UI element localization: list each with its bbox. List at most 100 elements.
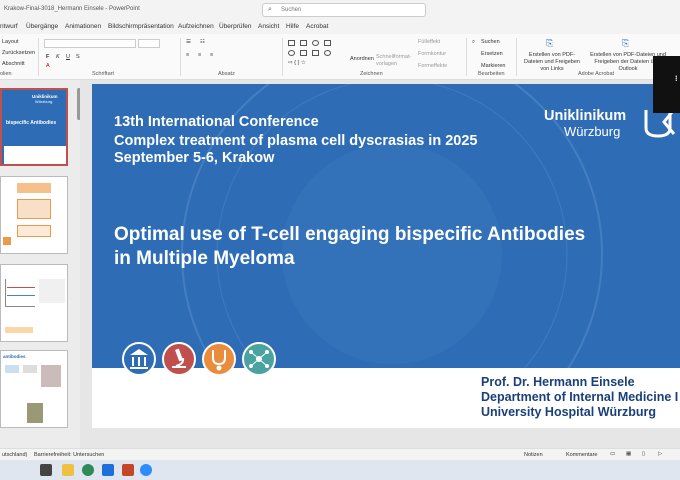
acrobat-group-label: Adobe Acrobat <box>578 71 615 77</box>
conference-subtitle: Complex treatment of plasma cell dyscras… <box>114 133 478 149</box>
file-explorer-icon[interactable] <box>62 464 74 476</box>
rectangle-shape-icon[interactable] <box>288 40 295 46</box>
layout-button[interactable]: Layout <box>2 39 19 45</box>
slides-group-label: olien <box>0 71 12 77</box>
section-button[interactable]: Abschnitt <box>2 61 25 67</box>
slide-thumbnail-2[interactable] <box>0 176 68 254</box>
strikethrough-button[interactable]: S <box>76 54 80 60</box>
search-placeholder: Suchen <box>281 7 302 13</box>
slide-thumbnail-4[interactable]: antibodies <box>0 350 68 428</box>
presenter-name: Prof. Dr. Hermann Einsele <box>481 375 635 389</box>
find-button[interactable]: Suchen <box>481 39 500 45</box>
shape-effects-button[interactable]: Formeffekte <box>418 63 447 69</box>
font-size-field[interactable] <box>138 39 160 48</box>
rectangle-shape-icon[interactable] <box>300 50 307 56</box>
video-overlay-front: ⁝ <box>653 56 680 113</box>
slide-thumbnail-3[interactable] <box>0 264 68 342</box>
overlay-glyph: ⁝ <box>675 74 678 83</box>
thumbnail-diagram-box <box>17 183 51 193</box>
tab-transitions[interactable]: Übergänge <box>26 23 58 30</box>
slideshow-view-icon[interactable]: ▷ <box>658 451 662 457</box>
align-center-button[interactable]: ≡ <box>198 52 201 58</box>
find-icon: ⌕ <box>472 39 476 45</box>
tab-review[interactable]: Überprüfen <box>219 23 252 30</box>
select-button[interactable]: Markieren <box>481 63 505 69</box>
tab-design[interactable]: ntwurf <box>0 23 18 30</box>
language-indicator[interactable]: utschland) <box>2 452 27 458</box>
oval-shape-icon[interactable] <box>288 50 295 56</box>
tab-record[interactable]: Aufzeichnen <box>178 23 214 30</box>
paragraph-group-label: Absatz <box>218 71 235 77</box>
thumbnail-diagram-box <box>17 199 51 219</box>
tab-animations[interactable]: Animationen <box>65 23 101 30</box>
slide-thumbnail-1[interactable]: Uniklinikum Würzburg bispecific Antibodi… <box>0 88 68 166</box>
thumbnail-image <box>5 365 19 373</box>
thumbnail-legend <box>39 279 65 303</box>
underline-button[interactable]: U <box>66 54 70 60</box>
thumbnail-note-box <box>5 327 33 333</box>
font-group-label: Schriftart <box>92 71 115 77</box>
shape-outline-button[interactable]: Formkontur <box>418 51 446 57</box>
arrange-button[interactable]: Anordnen <box>350 56 374 62</box>
edge-browser-icon[interactable] <box>82 464 94 476</box>
oval-shape-icon[interactable] <box>312 40 319 46</box>
status-bar: utschland) Barrierefreiheit: Untersuchen… <box>0 448 680 460</box>
numbering-button[interactable]: ☷ <box>200 39 205 45</box>
ribbon-separator <box>180 38 181 76</box>
replace-button[interactable]: Ersetzen <box>481 51 503 57</box>
presenter-hospital: University Hospital Würzburg <box>481 405 657 419</box>
font-color-button[interactable]: A <box>46 63 50 69</box>
align-right-button[interactable]: ≡ <box>210 52 213 58</box>
rectangle-shape-icon[interactable] <box>324 40 331 46</box>
powerpoint-icon[interactable] <box>122 464 134 476</box>
rectangle-shape-icon[interactable] <box>300 40 307 46</box>
current-slide[interactable]: 13th International Conference Complex tr… <box>92 84 680 428</box>
tab-acrobat[interactable]: Acrobat <box>306 23 328 30</box>
task-view-icon[interactable] <box>40 464 52 476</box>
thumbnail-chart-line <box>7 295 35 296</box>
outlook-icon[interactable] <box>102 464 114 476</box>
microscope-icon <box>162 342 196 376</box>
conference-title: 13th International Conference <box>114 114 319 130</box>
tab-help[interactable]: Hilfe <box>286 23 299 30</box>
font-name-field[interactable] <box>44 39 136 48</box>
thumbnail-chart <box>5 279 35 307</box>
thumbnail-title: bispecific Antibodies <box>6 120 57 126</box>
thumbnail-chart-line <box>7 287 35 288</box>
drawing-group-label: Zeichnen <box>360 71 383 77</box>
accessibility-button[interactable]: Barrierefreiheit: Untersuchen <box>34 452 104 458</box>
network-icon <box>242 342 276 376</box>
editing-group-label: Bearbeiten <box>478 71 505 77</box>
bullets-button[interactable]: ☰ <box>186 39 191 45</box>
comments-button[interactable]: Kommentare <box>566 452 598 458</box>
thumbnail-footer <box>4 146 66 164</box>
thumbnail-image <box>41 365 61 387</box>
slide-background: 13th International Conference Complex tr… <box>92 84 680 368</box>
pdf-outlook-icon: ⎘ <box>622 38 630 48</box>
align-left-button[interactable]: ≡ <box>186 52 189 58</box>
slide-sorter-icon[interactable]: ▦ <box>626 451 631 457</box>
search-box[interactable]: ⌕ Suchen <box>262 3 426 17</box>
italic-button[interactable]: K <box>56 54 60 60</box>
bold-button[interactable]: F <box>46 54 49 60</box>
notes-button[interactable]: Notizen <box>524 452 543 458</box>
shape-fill-button[interactable]: Fülleffekt <box>418 39 440 45</box>
ribbon-tabs: ntwurf Übergänge Animationen Bildschirmp… <box>0 20 680 34</box>
normal-view-icon[interactable]: ▭ <box>610 451 615 457</box>
quick-styles-button[interactable]: Schnellformat-vorlagen <box>376 54 412 68</box>
logo-name: Uniklinikum <box>544 108 627 124</box>
tab-view[interactable]: Ansicht <box>258 23 279 30</box>
zoom-icon[interactable] <box>140 464 152 476</box>
ribbon: Layout Zurücksetzen Abschnitt olien F K … <box>0 34 680 80</box>
tab-slideshow[interactable]: Bildschirmpräsentation <box>108 23 174 30</box>
search-icon: ⌕ <box>268 6 272 13</box>
thumbnail-diagram-box <box>3 237 11 245</box>
rectangle-shape-icon[interactable] <box>312 50 319 56</box>
arrow-shape-icon[interactable]: ⇨ { } ☆ <box>288 60 306 66</box>
oval-shape-icon[interactable] <box>324 50 331 56</box>
create-pdf-share-links-button[interactable]: Erstellen von PDF-Dateien und Freigeben … <box>520 52 584 73</box>
reading-view-icon[interactable]: ▯ <box>642 451 645 457</box>
ribbon-separator <box>38 38 39 76</box>
logo-city: Würzburg <box>564 124 621 139</box>
reset-button[interactable]: Zurücksetzen <box>2 50 35 56</box>
